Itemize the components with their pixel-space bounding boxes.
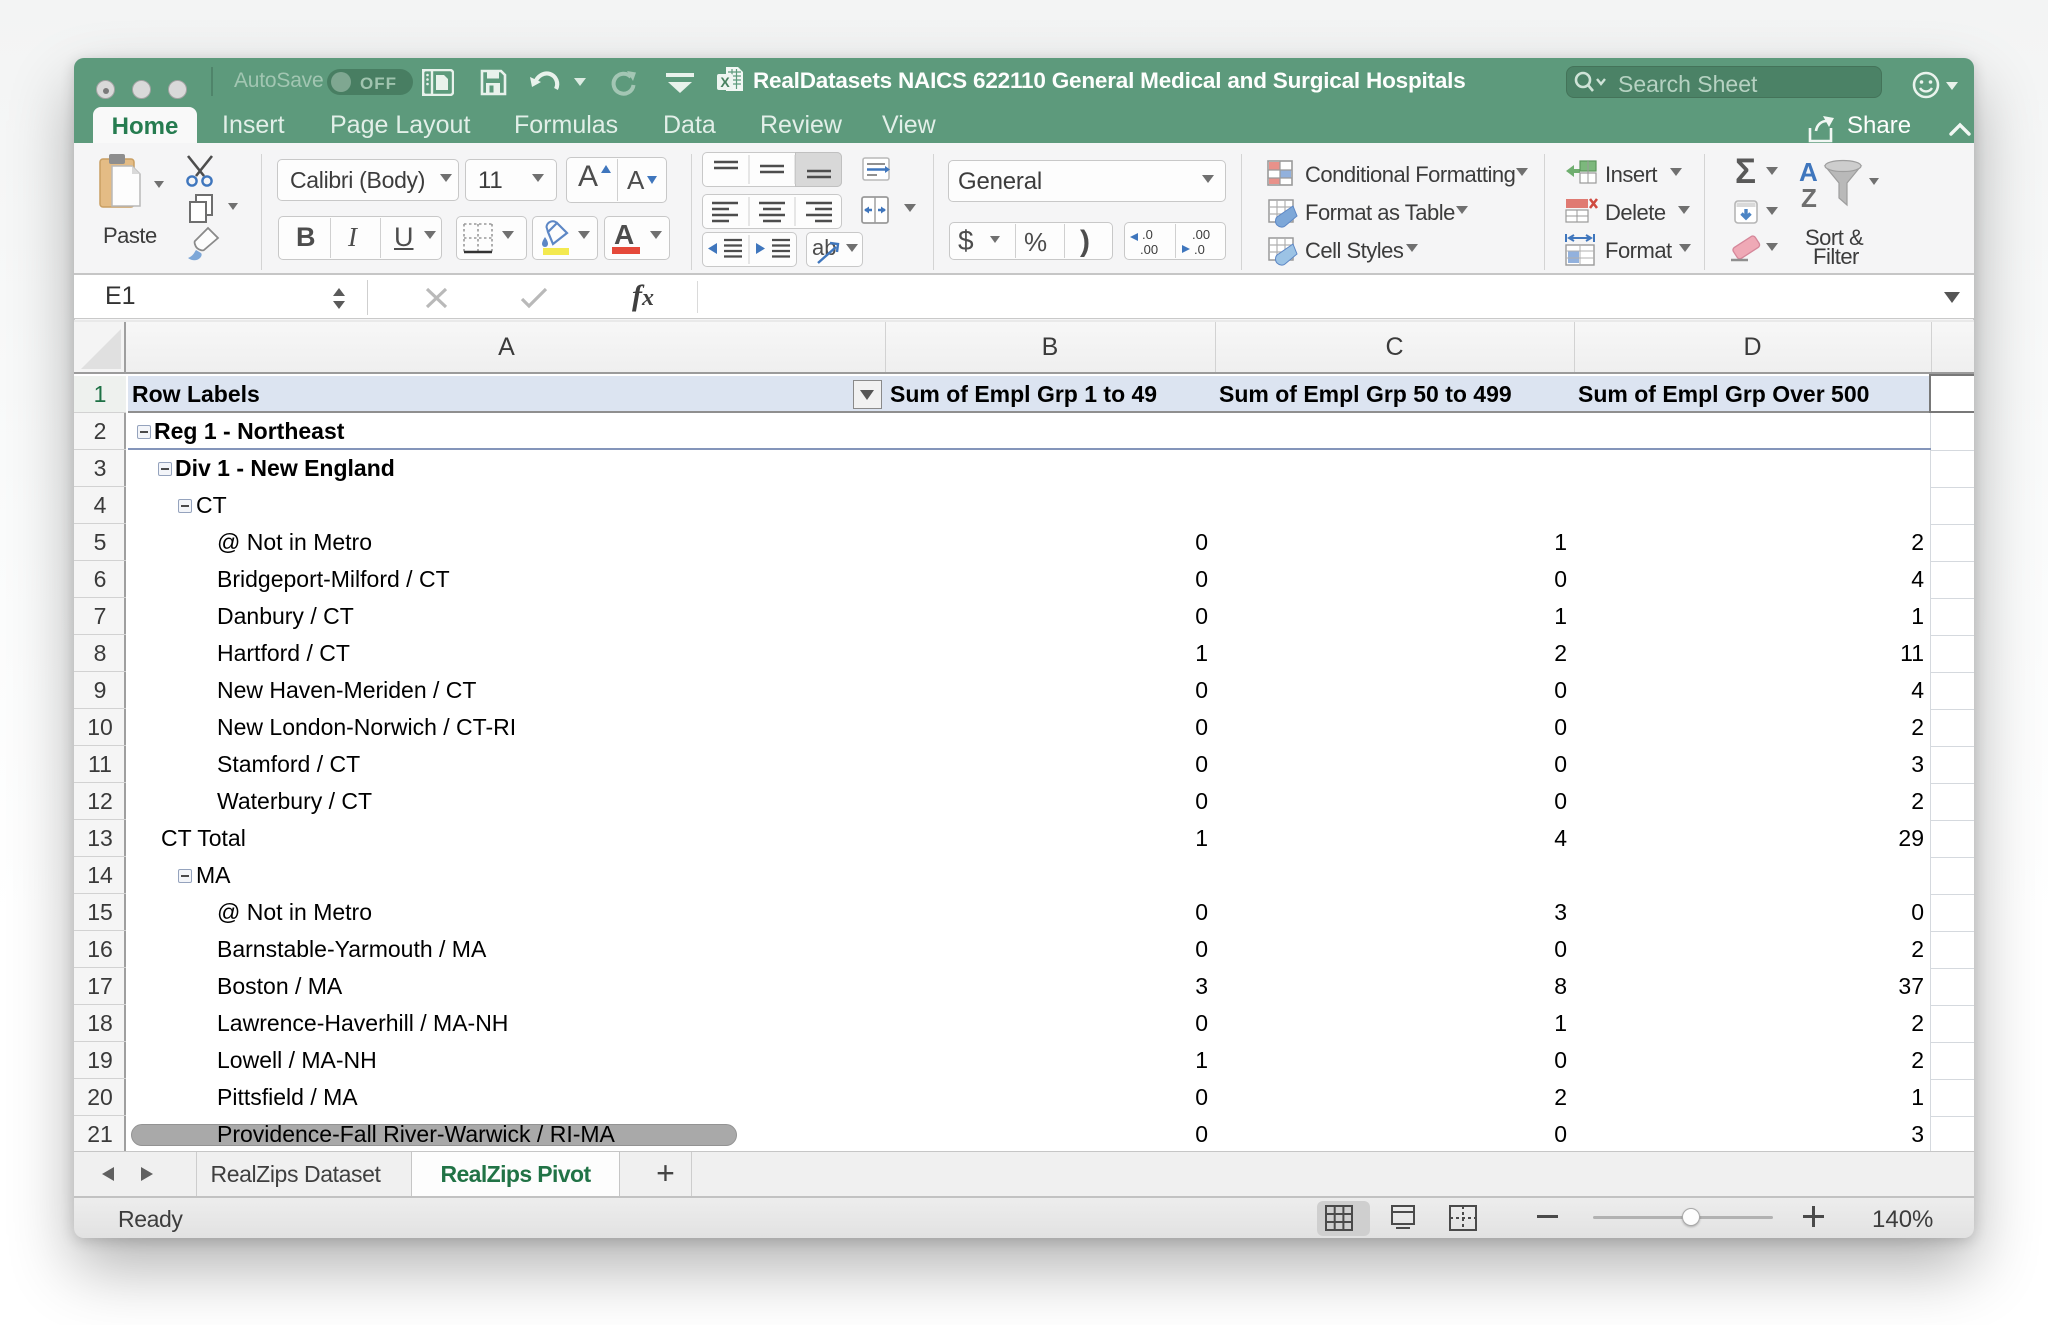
svg-text:.00: .00 bbox=[1192, 227, 1210, 242]
svg-text:.00: .00 bbox=[1140, 242, 1158, 257]
svg-text:.0: .0 bbox=[1142, 227, 1153, 242]
svg-text:.0: .0 bbox=[1194, 242, 1205, 257]
svg-text:X: X bbox=[720, 74, 730, 90]
